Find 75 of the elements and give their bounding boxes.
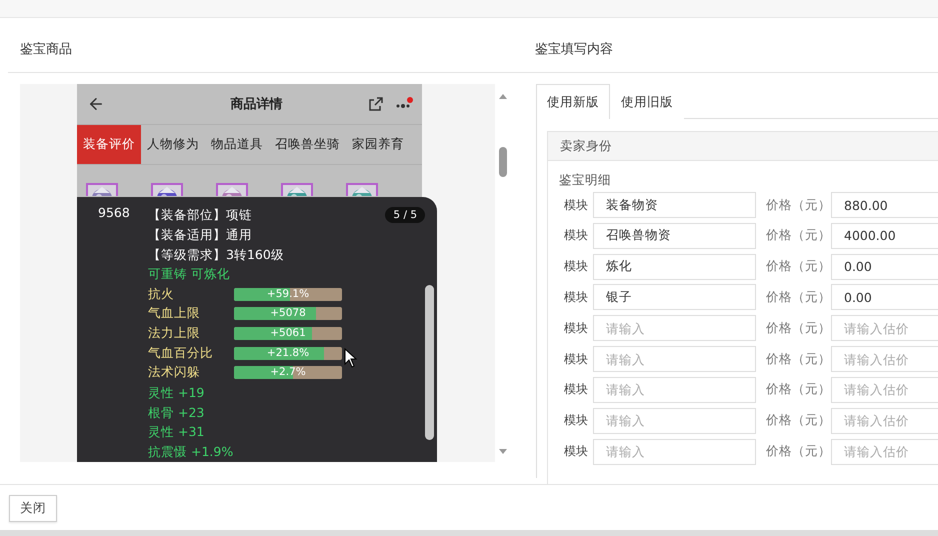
stat-value: +5061 — [269, 326, 307, 340]
field-label: 价格（元） — [766, 196, 831, 214]
share-icon[interactable] — [368, 96, 384, 112]
module-input[interactable]: 装备物资 — [593, 192, 756, 218]
item-attribute: 【装备部位】项链 — [148, 206, 253, 224]
panel-title: 鉴宝填写内容 — [535, 41, 613, 58]
screen-title: 商品详情 — [230, 96, 284, 113]
field-label: 价格（元） — [766, 288, 831, 306]
bonus-stat: 灵性 +31 — [148, 423, 206, 442]
field-label: 价格（元） — [766, 443, 831, 460]
field-label: 模块 — [564, 443, 588, 460]
item-tags: 可重铸 可炼化 — [148, 264, 342, 284]
bonus-stat: 灵性 +19 — [148, 384, 206, 402]
field-label: 模块 — [564, 381, 588, 398]
scrollbar[interactable] — [425, 285, 434, 440]
close-button[interactable]: 关闭 — [9, 495, 57, 522]
module-input[interactable]: 炼化 — [593, 254, 756, 280]
scrollbar[interactable] — [499, 147, 507, 177]
field-label: 模块 — [564, 288, 588, 306]
category-tab[interactable]: 家园养育 — [346, 125, 410, 164]
price-input[interactable]: 4000.00 — [831, 222, 938, 249]
category-tab[interactable]: 装备评价 — [77, 125, 141, 164]
price-input[interactable]: 请输入估价 — [831, 408, 938, 434]
page-counter: 5 / 5 — [385, 207, 425, 223]
stat-value: +59.1% — [266, 288, 310, 301]
category-tab[interactable]: 人物修为 — [141, 125, 205, 164]
price-input[interactable]: 880.00 — [831, 192, 938, 218]
field-label: 价格（元） — [766, 412, 831, 430]
back-icon[interactable] — [87, 95, 105, 113]
field-label: 模块 — [564, 227, 588, 244]
section-subtitle: 鉴宝明细 — [559, 173, 612, 187]
stat-label: 气血上限 — [148, 305, 201, 322]
bonus-stat: 抗震慑 +1.9% — [148, 443, 234, 462]
scroll-down-icon[interactable] — [499, 449, 507, 454]
stat-label: 抗火 — [148, 286, 175, 303]
price-input[interactable]: 请输入估价 — [831, 376, 938, 403]
stat-value: +5078 — [269, 307, 307, 320]
price-input[interactable]: 0.00 — [831, 254, 938, 280]
field-label: 模块 — [564, 196, 588, 214]
module-input[interactable]: 请输入 — [593, 408, 756, 434]
stat-label: 法力上限 — [148, 324, 201, 342]
category-tab[interactable]: 召唤兽坐骑 — [269, 125, 346, 164]
stat-value: +2.7% — [269, 366, 307, 380]
category-tab[interactable]: 物品道具 — [205, 125, 269, 164]
price-input[interactable]: 0.00 — [831, 284, 938, 310]
cursor-icon — [344, 348, 358, 368]
version-tab[interactable]: 使用新版 — [536, 84, 610, 119]
field-label: 模块 — [564, 412, 588, 430]
bonus-stat: 根骨 +23 — [148, 404, 206, 422]
price-input[interactable]: 请输入估价 — [831, 346, 938, 372]
field-label: 模块 — [564, 350, 588, 368]
field-label: 价格（元） — [766, 227, 831, 244]
price-input[interactable]: 请输入估价 — [831, 438, 938, 464]
stat-label: 气血百分比 — [148, 344, 214, 362]
field-label: 模块 — [564, 258, 588, 276]
item-attribute: 【装备适用】通用 — [148, 226, 253, 244]
module-input[interactable]: 请输入 — [593, 315, 756, 342]
module-input[interactable]: 请输入 — [593, 346, 756, 372]
section-header: 卖家身份 — [548, 132, 938, 161]
stat-label: 法术闪躲 — [148, 364, 201, 382]
price-input[interactable]: 请输入估价 — [831, 315, 938, 342]
field-label: 价格（元） — [766, 258, 831, 276]
module-input[interactable]: 请输入 — [593, 438, 756, 464]
panel-title: 鉴宝商品 — [20, 41, 72, 58]
module-input[interactable]: 召唤兽物资 — [593, 222, 756, 249]
item-attribute: 【等级需求】3转160级 — [148, 246, 285, 264]
stat-value: +21.8% — [266, 346, 310, 360]
module-input[interactable]: 请输入 — [593, 376, 756, 403]
field-label: 模块 — [564, 320, 588, 337]
field-label: 价格（元） — [766, 381, 831, 398]
item-id: 9568 — [98, 205, 131, 222]
field-label: 价格（元） — [766, 320, 831, 337]
module-input[interactable]: 银子 — [593, 284, 756, 310]
scroll-up-icon[interactable] — [499, 94, 507, 99]
field-label: 价格（元） — [766, 350, 831, 368]
